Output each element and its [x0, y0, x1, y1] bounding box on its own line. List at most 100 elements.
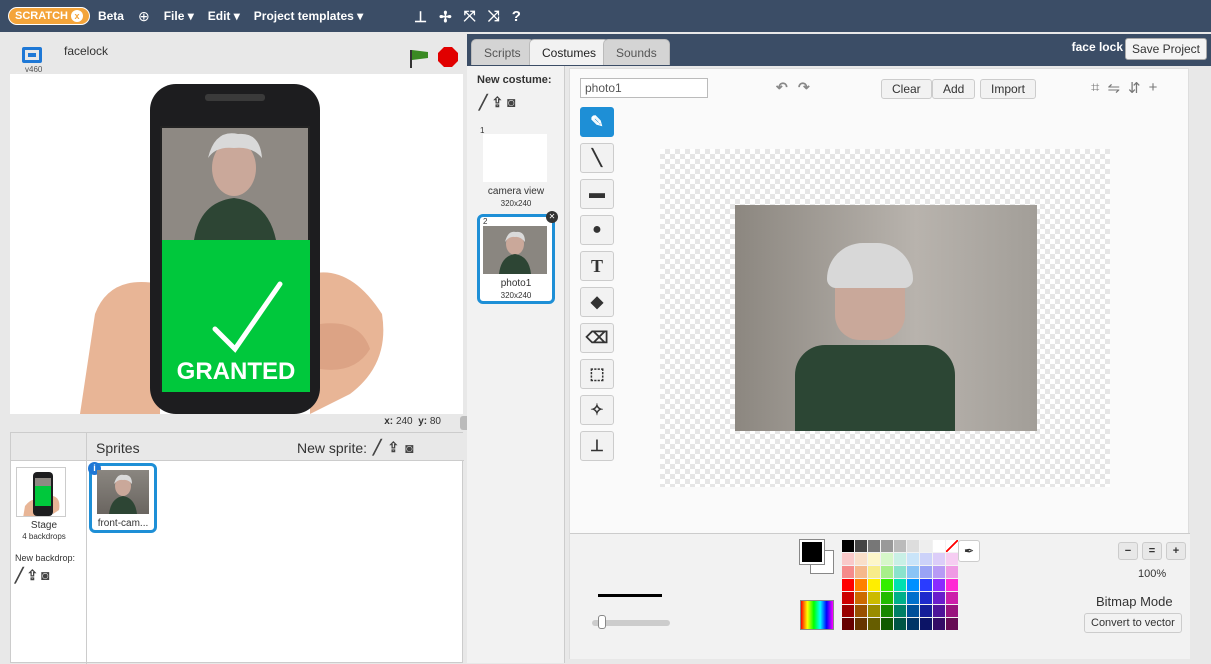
upload-icon[interactable]: ⇪ — [491, 94, 503, 111]
project-name: facelock — [64, 44, 109, 58]
costume-photo — [735, 205, 1037, 431]
new-backdrop-tools: ╱ ⇪ ◙ — [15, 567, 50, 584]
version-label: v460 — [25, 65, 43, 74]
sprite-name: front-cam... — [97, 518, 149, 529]
ellipse-icon: ● — [592, 221, 602, 238]
zoom-in-icon[interactable]: + — [1166, 542, 1186, 560]
select-tool[interactable]: ⬚ — [580, 359, 614, 389]
flip-horizontal-icon[interactable]: ⇋ — [1107, 79, 1120, 97]
file-menu[interactable]: File ▾ — [164, 9, 194, 23]
edit-menu[interactable]: Edit ▾ — [208, 9, 240, 23]
select-remove-background-tool[interactable]: ✧ — [580, 395, 614, 425]
brush-icon: ✎ — [590, 114, 604, 131]
paint-brush-icon[interactable]: ╱ — [15, 567, 23, 584]
camera-icon[interactable]: ◙ — [507, 94, 515, 111]
zoom-level: 100% — [1138, 568, 1167, 580]
stage-thumbnail-image — [23, 472, 60, 516]
select-icon: ⬚ — [589, 366, 605, 383]
rectangle-icon: ▬ — [589, 185, 605, 202]
add-button[interactable]: Add — [932, 79, 976, 99]
bitmap-mode-label: Bitmap Mode — [1096, 594, 1173, 609]
paint-tools: ✎ ╲ ▬ ● T ◆ ⌫ ⬚ ✧ ⊥ — [580, 107, 614, 467]
costume-list: New costume: ╱ ⇪ ◙ 1 camera view 320x240… — [467, 66, 565, 663]
crop-icon[interactable]: ⌗ — [1091, 79, 1099, 97]
stop-sign-icon[interactable] — [438, 47, 458, 67]
paint-options-panel: ✒ − = + 100% Bitmap Mode Convert to vect… — [570, 533, 1190, 659]
duplicate-icon[interactable]: ⊥ — [414, 8, 427, 26]
sprite-image — [97, 470, 149, 514]
upload-icon[interactable]: ⇪ — [387, 439, 399, 456]
set-center-icon[interactable]: + — [1149, 79, 1158, 97]
costume-item-selected[interactable]: 2 ✕ photo1 320x240 — [477, 211, 558, 304]
fullscreen-icon[interactable] — [22, 47, 42, 63]
flip-vertical-icon[interactable]: ⇵ — [1128, 79, 1141, 97]
globe-icon[interactable]: ⊕ — [138, 8, 150, 25]
paint-bucket-icon: ◆ — [590, 294, 604, 311]
tab-sounds[interactable]: Sounds — [603, 39, 670, 65]
paint-canvas[interactable] — [660, 149, 1110, 487]
convert-to-vector-button[interactable]: Convert to vector — [1084, 613, 1182, 633]
help-icon[interactable]: ? — [512, 8, 521, 26]
import-button[interactable]: Import — [980, 79, 1037, 99]
fill-tool[interactable]: ◆ — [580, 287, 614, 317]
granted-text: GRANTED — [176, 358, 296, 385]
grow-icon[interactable]: ⤧ — [464, 8, 476, 26]
redo-icon[interactable]: ↷ — [798, 79, 810, 96]
foreground-color-swatch[interactable] — [800, 540, 824, 564]
zoom-out-icon[interactable]: − — [1118, 542, 1138, 560]
zoom-reset-icon[interactable]: = — [1142, 542, 1162, 560]
stamp-tool[interactable]: ⊥ — [580, 431, 614, 461]
save-project-button[interactable]: Save Project — [1124, 38, 1207, 60]
line-tool[interactable]: ╲ — [580, 143, 614, 173]
costume-name: camera view — [487, 186, 545, 197]
eyedropper-icon[interactable]: ✒ — [958, 540, 980, 562]
shrink-icon[interactable]: ⤨ — [488, 8, 500, 26]
costume-thumbnail — [483, 226, 547, 274]
paint-brush-icon[interactable]: ╱ — [479, 94, 487, 111]
costume-name-input[interactable] — [580, 78, 708, 98]
menu-bar: SCRATCH x Beta ⊕ File ▾ Edit ▾ Project te… — [0, 0, 1211, 32]
upload-icon[interactable]: ⇪ — [26, 567, 38, 584]
paint-brush-icon[interactable]: ╱ — [373, 439, 381, 456]
camera-icon[interactable]: ◙ — [405, 440, 413, 456]
eraser-icon: ⌫ — [585, 330, 609, 347]
y-coordinate: 80 — [429, 416, 441, 427]
tab-scripts[interactable]: Scripts — [471, 39, 534, 65]
stage-canvas[interactable]: GRANTED — [10, 74, 463, 414]
paint-editor: ↶ ↷ Clear Add Import ⌗ ⇋ ⇵ + ✎ ╲ ▬ ● T ◆… — [569, 68, 1190, 659]
brush-tool[interactable]: ✎ — [580, 107, 614, 137]
scratchx-icon: x — [70, 10, 83, 22]
magic-wand-icon: ✧ — [590, 402, 604, 419]
delete-icon[interactable]: ✢ — [439, 8, 452, 26]
tab-costumes[interactable]: Costumes — [529, 39, 610, 65]
stage-thumbnail[interactable] — [16, 467, 66, 517]
stage-label: Stage — [30, 520, 58, 531]
x-coordinate: 240 — [395, 416, 413, 427]
costume-item[interactable]: 1 camera view 320x240 — [477, 126, 555, 210]
project-templates-menu[interactable]: Project templates ▾ — [254, 9, 363, 23]
project-title: face lock — [1071, 40, 1123, 54]
editor-pane: Scripts Costumes Sounds face lock Save P… — [467, 34, 1211, 663]
sprite-tools: ⊥ ✢ ⤧ ⤨ ? — [414, 8, 521, 26]
sprite-pane: Sprites New sprite: ╱ ⇪ ◙ Stage 4 backdr… — [10, 432, 464, 664]
stamp-icon: ⊥ — [590, 438, 604, 455]
ellipse-tool[interactable]: ● — [580, 215, 614, 245]
scratch-logo[interactable]: SCRATCH x — [8, 7, 90, 25]
clear-button[interactable]: Clear — [881, 79, 932, 99]
sprite-thumbnail[interactable]: i front-cam... — [88, 462, 157, 533]
line-icon: ╲ — [592, 150, 602, 167]
new-backdrop-label: New backdrop: — [15, 553, 76, 563]
stage-header: v460 facelock — [10, 38, 463, 74]
new-costume-label: New costume: — [477, 74, 552, 86]
rectangle-tool[interactable]: ▬ — [580, 179, 614, 209]
camera-icon[interactable]: ◙ — [41, 567, 49, 584]
line-width-slider-knob[interactable] — [598, 615, 606, 629]
delete-costume-icon[interactable]: ✕ — [546, 211, 558, 223]
color-picker-spectrum[interactable] — [800, 600, 834, 630]
color-palette — [842, 540, 958, 630]
zoom-controls: − = + — [1118, 542, 1186, 560]
text-tool[interactable]: T — [580, 251, 614, 281]
undo-icon[interactable]: ↶ — [776, 79, 788, 96]
costume-name: photo1 — [500, 278, 532, 289]
eraser-tool[interactable]: ⌫ — [580, 323, 614, 353]
